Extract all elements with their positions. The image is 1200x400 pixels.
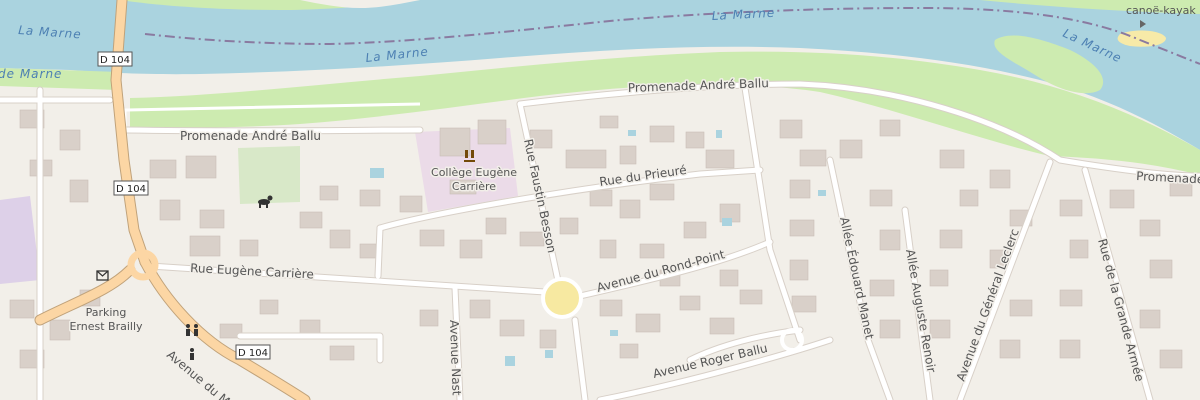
label-promenade-west: Promenade André Ballu (180, 129, 321, 143)
left-facility (0, 196, 40, 284)
shield-d104-c: D 104 (235, 344, 271, 360)
canoe-label: canoë-kayak (1126, 4, 1196, 17)
shield-d104-b: D 104 (113, 180, 149, 196)
rond-point (541, 277, 583, 319)
svg-text:D 104: D 104 (100, 55, 130, 66)
parking-label-line1: Parking (86, 306, 127, 319)
label-avenue-nast: Avenue Nast (447, 320, 464, 396)
school-label-line2: Carrière (452, 180, 496, 193)
post-office-icon[interactable] (96, 270, 109, 281)
label-rue-eugene-carriere: Rue Eugène Carrière (190, 261, 314, 281)
river-label-5: de Marne (0, 67, 62, 81)
school-label-line1: Collège Eugène (431, 166, 517, 179)
park-square (238, 146, 300, 204)
shield-d104-a: D 104 (97, 51, 133, 67)
svg-text:D 104: D 104 (238, 348, 268, 359)
map-canvas[interactable]: La Marne La Marne La Marne La Marne de M… (0, 0, 1200, 400)
label-promenade-east: Promenade (1136, 169, 1200, 187)
label-rue-grande-armee: Rue de la Grande Armée (1095, 237, 1147, 383)
svg-text:D 104: D 104 (116, 184, 146, 195)
map-svg[interactable]: La Marne La Marne La Marne La Marne de M… (0, 0, 1200, 400)
label-allee-edouard-manet: Allée Édouard Manet (837, 216, 878, 341)
parking-label-line2: Ernest Brailly (69, 320, 143, 333)
